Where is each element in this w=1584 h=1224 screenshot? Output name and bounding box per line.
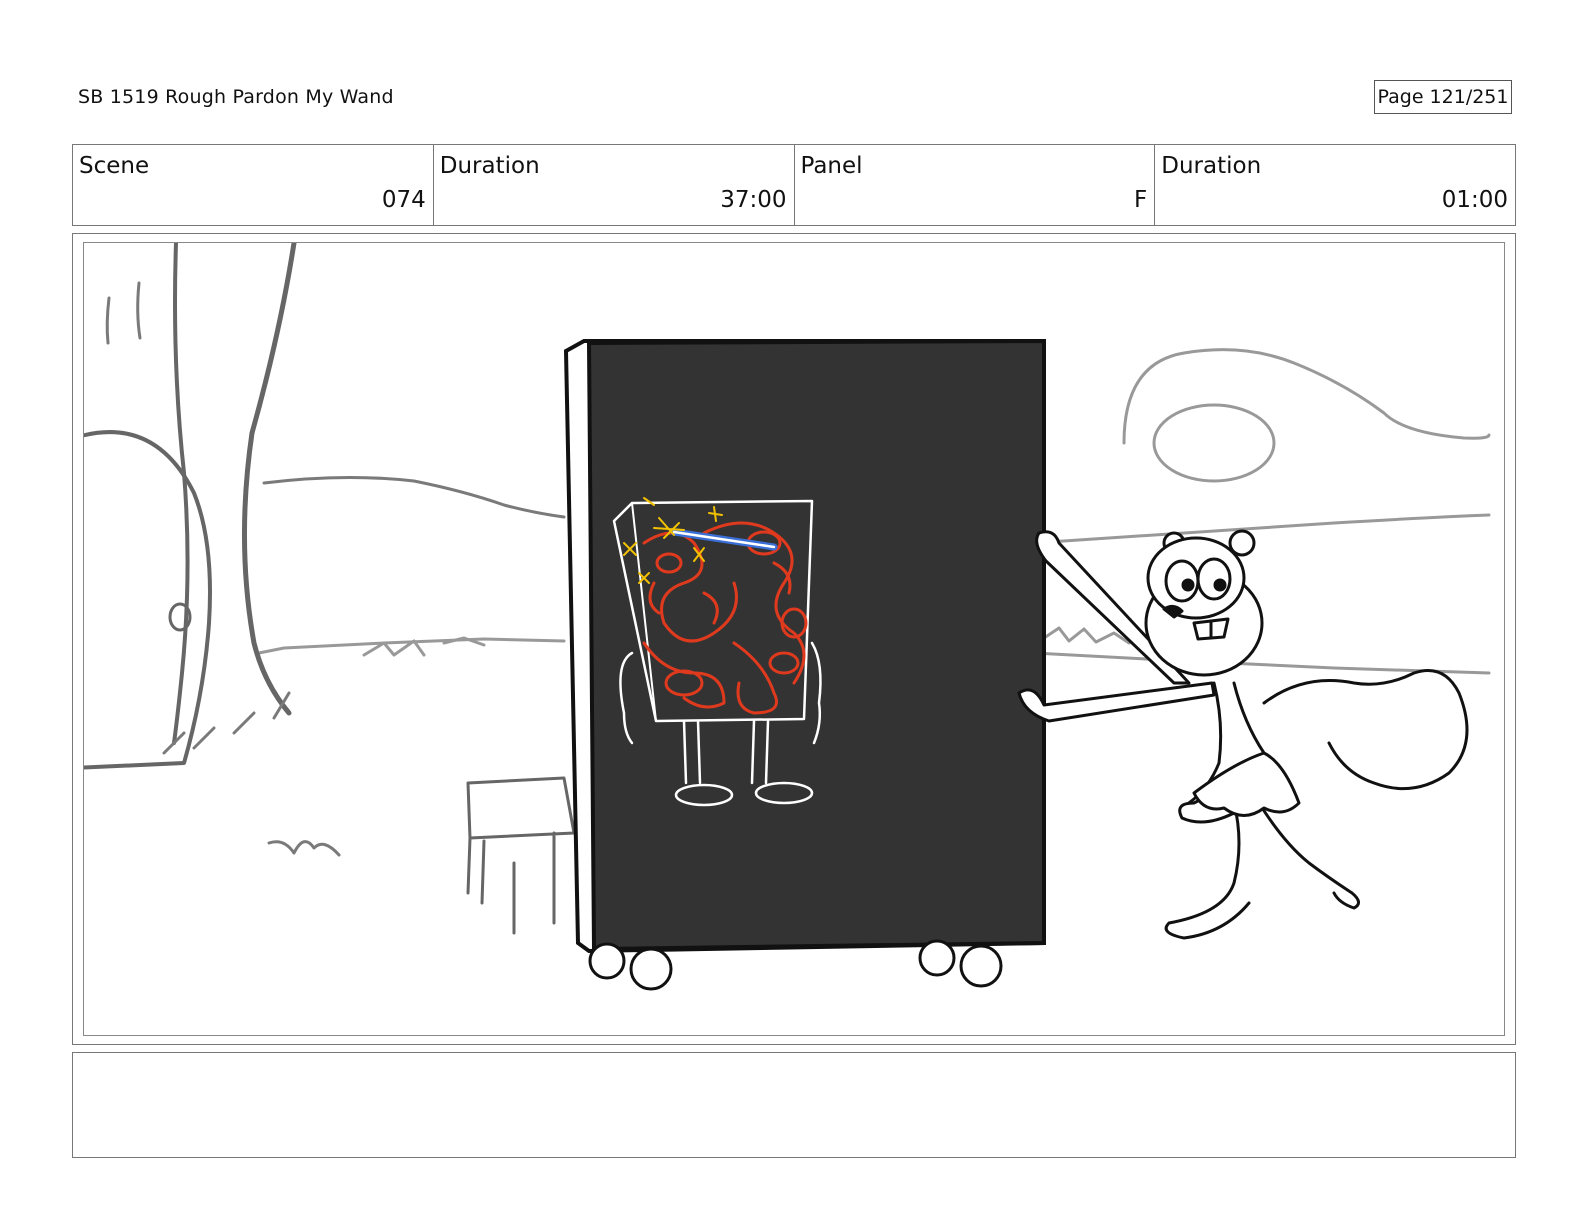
bench (466, 776, 576, 935)
rock-blob (1122, 348, 1491, 445)
sandy-character (1017, 529, 1469, 940)
notes-box (72, 1052, 1516, 1158)
info-row: Scene 074 Duration 37:00 Panel F Duratio… (72, 144, 1516, 226)
panel-duration-value: 01:00 (1441, 187, 1508, 213)
panel-cell: Panel F (795, 145, 1156, 225)
page-number: Page 121/251 (1374, 80, 1512, 114)
tree-roots (162, 691, 291, 755)
hill-line-left (262, 475, 566, 519)
ground-grass-small (267, 840, 341, 857)
house-arch (84, 430, 212, 770)
scene-label: Scene (79, 153, 150, 179)
document-title: SB 1519 Rough Pardon My Wand (78, 86, 394, 108)
tree-trunk-left-edge (172, 243, 190, 745)
panel-value: F (1134, 187, 1148, 213)
rock-hole (1152, 403, 1276, 483)
tree-bark-2 (136, 281, 142, 340)
grass-right (1042, 626, 1131, 645)
panel-drawing (84, 243, 1491, 991)
duration-label: Duration (439, 153, 540, 179)
panel-label: Panel (800, 153, 863, 179)
scene-cell: Scene 074 (73, 145, 434, 225)
panel-duration-cell: Duration 01:00 (1155, 145, 1515, 225)
tree-trunk-right-edge (241, 243, 297, 716)
tree-bark-1 (105, 296, 111, 345)
duration-cell: Duration 37:00 (434, 145, 795, 225)
scene-value: 074 (381, 187, 426, 213)
panel-duration-label: Duration (1161, 153, 1262, 179)
horizon-line-right (1032, 513, 1491, 545)
storyboard-panel-frame (72, 233, 1516, 1045)
duration-value: 37:00 (720, 187, 787, 213)
storyboard-panel (83, 242, 1505, 1036)
